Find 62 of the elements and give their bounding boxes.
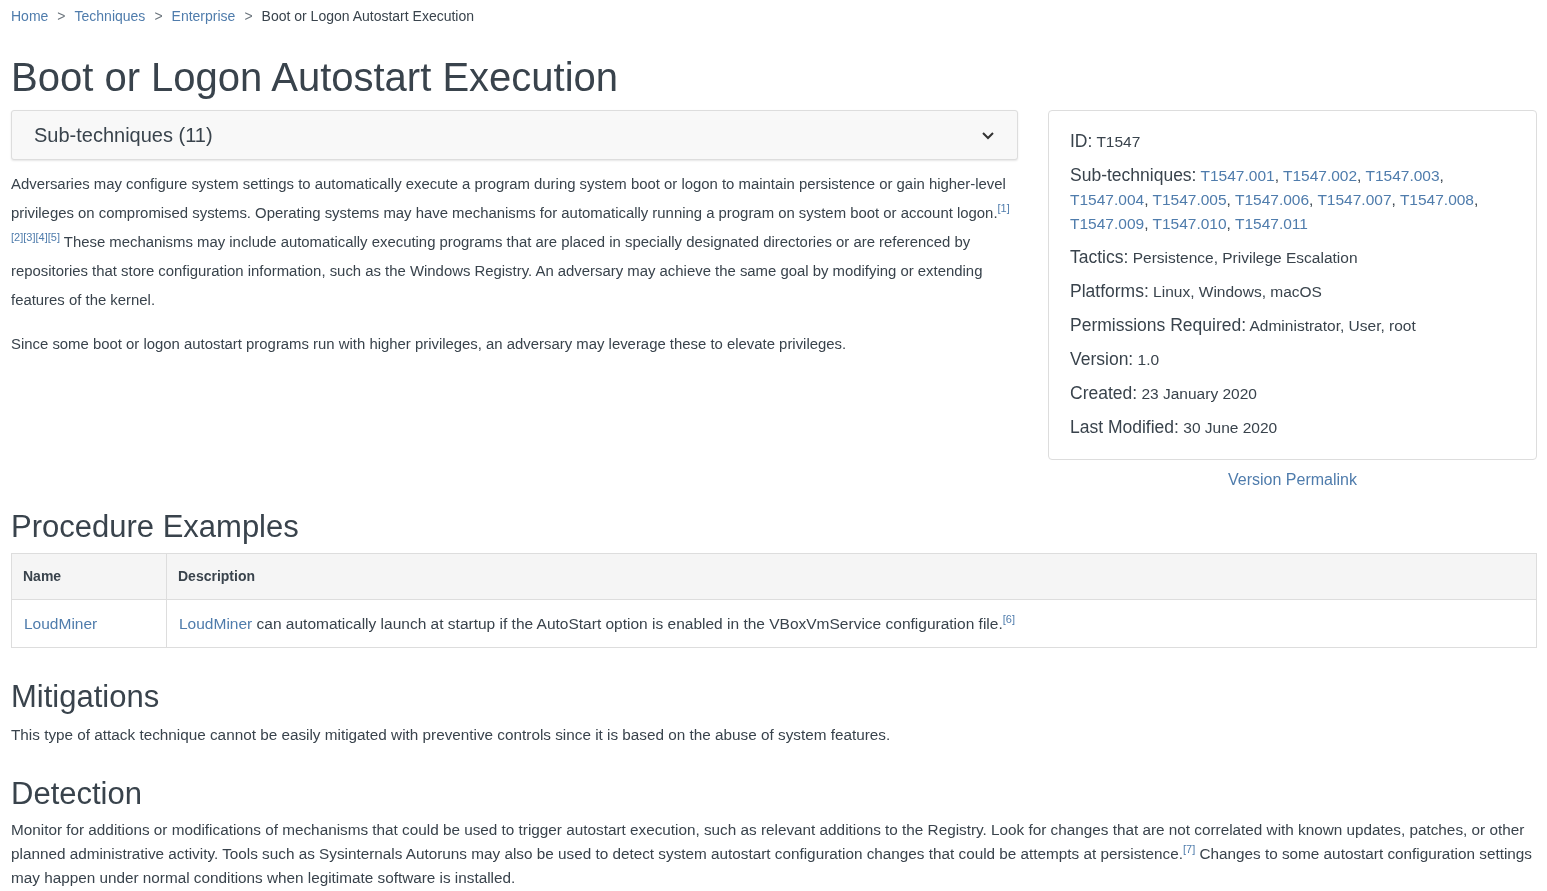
breadcrumb-link[interactable]: Enterprise — [171, 6, 236, 27]
info-row-text: Last Modified: 30 June 2020 — [1070, 416, 1279, 439]
citation-link[interactable]: [3] — [23, 231, 36, 244]
separator-comma: , — [1226, 191, 1231, 208]
info-row-text: Version: 1.0 — [1070, 348, 1161, 371]
info-value: 30 June 2020 — [1183, 419, 1278, 436]
info-row-text: Permissions Required: Administrator, User, root — [1070, 314, 1417, 337]
info-value: Linux, Windows, macOS — [1153, 283, 1322, 300]
sub-technique-link[interactable]: T1547.001 — [1200, 167, 1275, 184]
sub-technique-link[interactable]: T1547.009 — [1070, 215, 1145, 232]
citation-link[interactable]: [5] — [47, 231, 60, 244]
column-header: Name — [11, 553, 167, 600]
breadcrumb-separator: > — [57, 7, 66, 26]
detection-text: Monitor for additions or modifications of mechanisms that could be used to trigger autostart execution, such as relevant additions to the Registry. Look for changes that are not correlated with known updates, patches, or other planned administrative activity. Tools such as Sysinternals Autoruns may also be used to detect system autostart configuration changes that could be attempts at persistence.$^{[7]}$ Changes to some autostart configuration settings may happen under normal conditions when legitimate software is installed. — [11, 819, 1533, 888]
breadcrumb-current: Boot or Logon Autostart Execution — [261, 7, 475, 26]
citation-link[interactable]: [2] — [11, 231, 24, 244]
sub-technique-link[interactable]: T1547.010 — [1152, 215, 1227, 232]
info-row-text: Created: 23 January 2020 — [1070, 382, 1258, 405]
citation-link[interactable]: [7] — [1183, 843, 1196, 855]
citation-link[interactable]: [6] — [1002, 613, 1015, 626]
procedure-name-link[interactable]: LoudMiner — [179, 615, 253, 633]
breadcrumb-link[interactable]: Home — [11, 6, 49, 27]
info-value: Administrator, User, root — [1249, 317, 1416, 334]
column-header: Description — [166, 553, 1537, 600]
breadcrumb-separator: > — [244, 7, 253, 26]
procedure-description: LoudMiner can automatically launch at startup if the AutoStart option is enabled in the VBoxVmService configuration file.$^{[6]}$ — [179, 615, 1015, 633]
procedure-name-link[interactable]: LoudMiner — [24, 615, 98, 633]
sub-techniques-dropdown[interactable]: Sub-techniques (11) — [11, 110, 1018, 160]
info-value: 23 January 2020 — [1141, 385, 1257, 402]
section-heading: Procedure Examples — [11, 508, 300, 546]
separator-comma: , — [1391, 191, 1396, 208]
citation-link[interactable]: [1] — [997, 202, 1010, 215]
separator-comma: , — [1309, 191, 1314, 208]
citation-link[interactable]: [4] — [35, 231, 48, 244]
breadcrumb-link[interactable]: Techniques — [74, 6, 146, 27]
separator-comma: , — [1226, 215, 1231, 232]
info-value: Persistence, Privilege Escalation — [1132, 249, 1358, 266]
sub-technique-link[interactable]: T1547.005 — [1152, 191, 1227, 208]
separator-comma: , — [1144, 215, 1149, 232]
mitigations-text: This type of attack technique cannot be easily mitigated with preventive controls since it is based on the abuse of system features. — [11, 724, 892, 745]
separator-comma: , — [1439, 167, 1444, 184]
version-permalink-link[interactable]: Version Permalink — [1228, 471, 1357, 488]
info-row-text: Sub-techniques: T1547.001, T1547.002, T1547.003, T1547.004, T1547.005, T1547.006, T1547.007, T1547.008, T1547.009, T1547.010, T1547.011 — [1070, 164, 1480, 234]
separator-comma: , — [1274, 167, 1279, 184]
info-row-text: ID: T1547 — [1070, 130, 1142, 153]
separator-comma: , — [1144, 191, 1149, 208]
info-value: 1.0 — [1137, 351, 1160, 368]
sub-technique-link[interactable]: T1547.011 — [1234, 215, 1308, 232]
description-paragraph: Since some boot or logon autostart programs run with higher privileges, an adversary may leverage these to elevate privileges. — [11, 335, 848, 354]
separator-comma: , — [1474, 191, 1479, 208]
section-heading: Detection — [11, 774, 143, 812]
sub-technique-link[interactable]: T1547.007 — [1317, 191, 1392, 208]
sub-technique-link[interactable]: T1547.008 — [1399, 191, 1474, 208]
breadcrumb-separator: > — [154, 7, 163, 26]
info-value: T1547 — [1096, 133, 1141, 150]
sub-technique-link[interactable]: T1547.003 — [1365, 167, 1440, 184]
section-heading: Mitigations — [11, 678, 161, 716]
chevron-icon — [981, 130, 995, 140]
info-row-text: Platforms: Linux, Windows, macOS — [1070, 280, 1323, 303]
separator-comma: , — [1357, 167, 1362, 184]
info-row-text: Tactics: Persistence, Privilege Escalation — [1070, 246, 1359, 269]
page-title: Boot or Logon Autostart Execution — [11, 54, 620, 101]
